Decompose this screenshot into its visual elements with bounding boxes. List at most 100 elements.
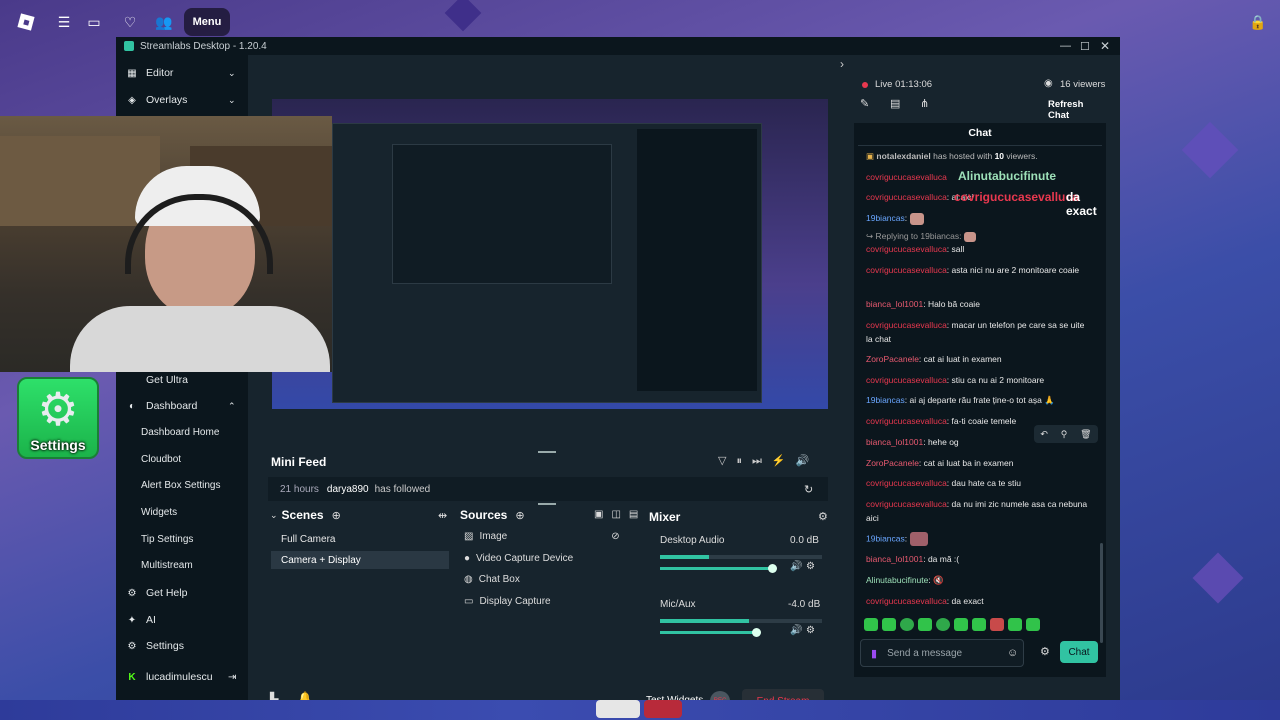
chat-bubble-icon[interactable]: ▭ xyxy=(84,8,104,36)
chat-message[interactable]: ZoroPacanele: cat ai luat in examen xyxy=(866,353,1088,367)
emote-icon[interactable] xyxy=(900,618,914,631)
mute-icon[interactable]: 🔊 xyxy=(790,561,802,572)
chat-send-button[interactable]: Chat xyxy=(1060,641,1098,663)
volume-icon[interactable]: 🔊 xyxy=(796,455,820,467)
emote-icon[interactable] xyxy=(864,618,878,631)
pin-icon[interactable]: ⚲ xyxy=(1061,429,1068,440)
add-source-icon[interactable]: ⊕ xyxy=(515,509,524,522)
roblox-logo-icon[interactable] xyxy=(16,8,36,36)
emote-bar[interactable] xyxy=(864,618,1044,632)
pause-icon[interactable]: ⏸ xyxy=(736,455,752,467)
chat-message[interactable]: covrigucucasevalluca: dau hate ca te sti… xyxy=(866,477,1088,491)
sidebar-item-dashboard[interactable]: ◐ Dashboard ⌃ xyxy=(116,395,248,417)
stream-preview[interactable] xyxy=(272,99,828,409)
chat-message[interactable]: Alinutabucifinute: 🔇 xyxy=(866,574,1088,588)
chat-message[interactable]: 19biancas: xyxy=(866,532,1088,546)
volume-slider[interactable] xyxy=(660,567,772,570)
hotbar-slot[interactable] xyxy=(644,700,682,718)
heart-icon[interactable]: ♡ xyxy=(120,8,140,36)
source-item[interactable]: ● Video Capture Device xyxy=(464,553,573,564)
chat-message[interactable]: ZoroPacanele: cat ai luat ba in examen xyxy=(866,457,1088,471)
sidebar-subitem-tip-settings[interactable]: Tip Settings xyxy=(141,534,193,545)
collapse-icon[interactable]: ⌄ xyxy=(270,510,278,521)
chat-message[interactable]: bianca_lol1001: da mă :( xyxy=(866,553,1088,567)
kick-emote-icon[interactable]: ▮ xyxy=(871,647,877,660)
folder-icon[interactable]: ▤ xyxy=(890,97,900,110)
source-item[interactable]: ◍ Chat Box xyxy=(464,574,520,585)
panel-resize-handle[interactable] xyxy=(538,503,556,505)
friends-icon[interactable]: 👥 xyxy=(154,8,174,36)
source-item[interactable]: ▨ Image ⊘ xyxy=(464,531,620,542)
emote-icon[interactable] xyxy=(882,618,896,631)
sidebar-item-get-help[interactable]: ⚙ Get Help xyxy=(116,582,248,604)
emote-icon[interactable] xyxy=(918,618,932,631)
visibility-icon[interactable]: ⊘ xyxy=(611,531,619,542)
menu-button[interactable]: Menu xyxy=(184,8,230,36)
delete-icon[interactable]: 🗑 xyxy=(1080,429,1091,440)
emote-icon[interactable] xyxy=(954,618,968,631)
logout-icon[interactable]: ⇥ xyxy=(228,672,236,683)
sidebar-item-ai[interactable]: ✦ AI xyxy=(116,609,248,631)
undo-icon[interactable]: ↶ xyxy=(1040,429,1048,440)
collapse-chat-icon[interactable]: › xyxy=(840,57,844,71)
sidebar-subitem-widgets[interactable]: Widgets xyxy=(141,507,177,518)
chat-message[interactable]: covrigucucasevalluca: stiu ca nu ai 2 mo… xyxy=(866,374,1088,388)
chat-message[interactable]: covrigucucasevalluca: da exact xyxy=(866,595,1088,609)
volume-knob[interactable] xyxy=(768,564,777,573)
hamburger-icon[interactable]: ☰ xyxy=(54,8,74,36)
hotbar-slot[interactable] xyxy=(596,700,640,718)
minimize-icon[interactable]: — xyxy=(1060,40,1071,52)
emoji-icon[interactable]: ☺ xyxy=(1007,647,1018,659)
sidebar-item-overlays[interactable]: ◈ Overlays ⌄ xyxy=(116,89,248,111)
mute-icon[interactable]: 🔊 xyxy=(790,625,802,636)
mixer-settings-icon[interactable]: ⚙ xyxy=(818,510,828,523)
emote-icon[interactable] xyxy=(936,618,950,631)
chat-settings-icon[interactable]: ⚙ xyxy=(1040,645,1050,658)
lock-icon[interactable]: 🔒 xyxy=(1248,8,1268,36)
emote-icon[interactable] xyxy=(1008,618,1022,631)
maximize-icon[interactable]: ☐ xyxy=(1080,40,1090,53)
mute-alerts-icon[interactable]: ⚡ xyxy=(772,455,796,467)
add-scene-icon[interactable]: ⊕ xyxy=(332,509,341,522)
chat-input-box[interactable]: ▮ Send a message ☺ xyxy=(860,639,1024,667)
skip-icon[interactable]: ⏭ xyxy=(752,455,772,467)
close-icon[interactable]: ✕ xyxy=(1100,39,1110,53)
scene-transition-icon[interactable]: ⇹ xyxy=(438,509,447,522)
sidebar-item-editor[interactable]: ▦ Editor ⌄ xyxy=(116,62,248,84)
sidebar-user[interactable]: K lucadimulescu ⇥ xyxy=(116,666,248,688)
channel-settings-icon[interactable]: ⚙ xyxy=(806,625,815,636)
chat-message[interactable]: bianca_lol1001: Halo bă coaie xyxy=(866,298,1088,312)
settings-tile[interactable]: ⚙ Settings xyxy=(17,377,99,459)
sidebar-subitem-multistream[interactable]: Multistream xyxy=(141,560,193,571)
volume-knob[interactable] xyxy=(752,628,761,637)
scene-item[interactable]: Full Camera xyxy=(271,530,449,548)
volume-slider[interactable] xyxy=(660,631,756,634)
chat-message[interactable]: 19biancas: ai aj departe rău frate ține-… xyxy=(866,394,1088,408)
chat-message[interactable]: covrigucucasevalluca: da nu imi zic nume… xyxy=(866,498,1088,525)
feed-user[interactable]: darya890 xyxy=(327,484,369,495)
sidebar-subitem-dashboard-home[interactable]: Dashboard Home xyxy=(141,427,219,438)
source-item[interactable]: ▭ Display Capture xyxy=(464,596,551,607)
emote-icon[interactable] xyxy=(990,618,1004,631)
refresh-icon[interactable]: ↻ xyxy=(804,483,813,496)
refresh-chat-button[interactable]: Refresh Chat xyxy=(1048,99,1106,121)
sidebar-item-settings[interactable]: ⚙ Settings xyxy=(116,635,248,657)
chat-message[interactable]: covrigucucasevalluca: macar un telefon p… xyxy=(866,319,1088,346)
scene-item-active[interactable]: Camera + Display xyxy=(271,551,449,569)
chat-message[interactable]: covrigucucasevalluca: asta nici nu are 2… xyxy=(866,264,1088,278)
chat-scrollbar[interactable] xyxy=(1100,543,1103,643)
sidebar-subitem-cloudbot[interactable]: Cloudbot xyxy=(141,454,181,465)
preview-resize-handle[interactable] xyxy=(538,451,556,453)
source-tools-icons[interactable]: ▣◫▤ xyxy=(594,509,646,520)
channel-settings-icon[interactable]: ⚙ xyxy=(806,561,815,572)
sidebar-item-get-ultra[interactable]: Get Ultra xyxy=(116,369,248,391)
chat-message[interactable]: covrigucucasevalluca: sall xyxy=(866,243,1088,257)
chat-message[interactable]: 19biancas: xyxy=(866,212,1088,226)
sidebar-subitem-alert-box[interactable]: Alert Box Settings xyxy=(141,480,220,491)
share-icon[interactable]: ⋔ xyxy=(920,97,929,110)
filter-icon[interactable]: ▽ xyxy=(718,455,736,467)
window-titlebar: Streamlabs Desktop - 1.20.4 — ☐ ✕ xyxy=(116,37,1120,55)
edit-icon[interactable]: ✎ xyxy=(860,97,869,110)
emote-icon[interactable] xyxy=(1026,618,1040,631)
emote-icon[interactable] xyxy=(972,618,986,631)
